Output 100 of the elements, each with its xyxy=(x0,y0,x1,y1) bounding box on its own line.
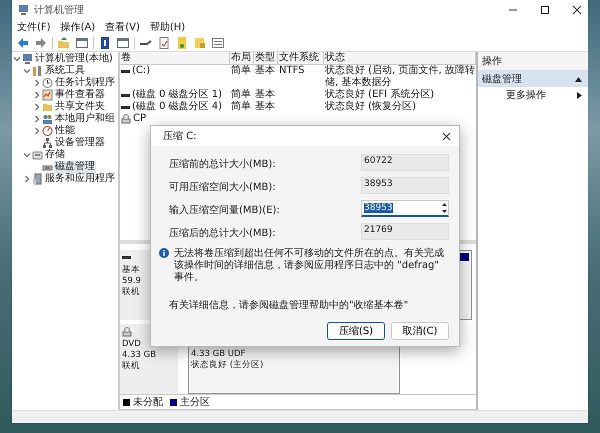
chevron-down-icon[interactable] xyxy=(13,55,21,63)
submenu-arrow-icon xyxy=(577,92,582,98)
dialog-button[interactable]: 取消(C) xyxy=(391,322,449,340)
chevron-right-icon[interactable] xyxy=(23,175,31,183)
volume-bar-icon xyxy=(122,253,131,262)
maximize-icon[interactable] xyxy=(540,5,550,15)
chevron-right-icon[interactable] xyxy=(33,127,41,135)
disk-info-text: 59.9 xyxy=(122,276,142,287)
tree-item[interactable]: 任务计划程序 xyxy=(54,77,116,89)
menu-item[interactable]: 查看(V) xyxy=(105,20,140,34)
table-cell: 基本 xyxy=(255,65,275,77)
storage-icon xyxy=(32,149,43,161)
partition-info-text: 4.33 GB UDF xyxy=(191,349,246,360)
tree-item[interactable]: 服务和应用程序 xyxy=(44,173,116,185)
table-cell: 状态良好 (恢复分区) xyxy=(325,101,416,113)
dialog-button[interactable]: 压缩(S) xyxy=(327,322,385,340)
table-cell: 简单 xyxy=(231,101,251,113)
number-spinner-field[interactable]: 38953 xyxy=(361,200,449,217)
field-label: 压缩后的总计大小(MB): xyxy=(169,226,276,240)
table-cell: 基本 xyxy=(255,101,275,113)
disk-info-text: DVD xyxy=(122,339,142,350)
actions-header: 操作 xyxy=(478,52,588,71)
collapse-up-icon xyxy=(575,76,582,82)
tree-item[interactable]: 本地用户和组 xyxy=(54,113,116,125)
disk-info-text: 4.33 GB xyxy=(122,350,158,361)
table-cell: (磁盘 0 磁盘分区 4) xyxy=(132,101,222,113)
table-cell: NTFS xyxy=(279,65,305,77)
menu-item[interactable]: 操作(A) xyxy=(60,20,96,34)
server-icon xyxy=(32,173,43,185)
close-icon[interactable] xyxy=(572,5,582,15)
tree-item[interactable]: 设备管理器 xyxy=(54,137,106,149)
folder-icon xyxy=(42,101,53,113)
forward-arrow-icon[interactable] xyxy=(34,36,48,50)
tree-item[interactable]: 共享文件夹 xyxy=(54,101,106,113)
chevron-down-icon[interactable] xyxy=(23,151,31,159)
table-cell: (C:) xyxy=(132,65,150,77)
table-cell: (磁盘 0 磁盘分区 1) xyxy=(132,89,222,101)
readonly-field: 38953 xyxy=(361,177,449,194)
toolbox-icon xyxy=(32,65,43,77)
readonly-field: 60722 xyxy=(361,154,449,171)
info-message: 无法将卷压缩到超出任何不可移动的文件所在的点。有关完成该操作时间的详细信息，请参阅应用程序日志中的 "defrag" 事件。 xyxy=(174,248,445,284)
table-cell: CP xyxy=(133,113,146,125)
disk-info-text: 联机 xyxy=(122,287,141,298)
device-tree-icon xyxy=(42,137,53,149)
actions-section-label: 磁盘管理 xyxy=(482,73,522,86)
column-header[interactable]: 类型 xyxy=(254,52,278,64)
clock-icon xyxy=(42,77,53,89)
table-cell: 简单 xyxy=(231,65,251,77)
table-cell-text: 简单 xyxy=(231,89,251,100)
column-header[interactable]: 状态 xyxy=(324,52,476,64)
table-cell-text: 状态良好 (EFI 系统分区) xyxy=(325,89,434,100)
chevron-down-icon[interactable] xyxy=(23,67,31,75)
menu-item[interactable]: 文件(F) xyxy=(17,20,51,34)
table-cell-text: 基本 xyxy=(255,89,275,100)
disk-info-text: 基本 xyxy=(122,265,141,276)
spin-up-icon[interactable] xyxy=(441,201,448,208)
legend-label: 未分配 xyxy=(133,396,163,409)
tree-item[interactable]: 计算机管理(本地) xyxy=(34,53,114,65)
tree-item[interactable]: 性能 xyxy=(54,125,76,137)
close-icon[interactable] xyxy=(442,132,451,140)
action-label: 更多操作 xyxy=(506,89,546,102)
window-icon[interactable] xyxy=(116,36,130,50)
log-viewer-icon xyxy=(42,89,53,101)
list-view-icon[interactable] xyxy=(211,36,225,50)
action-item[interactable]: 更多操作 xyxy=(478,87,588,103)
column-header[interactable]: 布局 xyxy=(230,52,254,64)
chevron-right-icon[interactable] xyxy=(33,115,41,123)
field-label: 可用压缩空间大小(MB): xyxy=(169,180,276,194)
field-label: 输入压缩空间量(MB)(E): xyxy=(169,204,280,217)
gauge-icon xyxy=(42,125,53,137)
document-check-icon[interactable] xyxy=(157,36,171,50)
table-cell-text: 状态良好 (启动, 页面文件, 故障转储, 基本数据分 xyxy=(325,65,476,88)
tree-item[interactable]: 磁盘管理 xyxy=(54,161,96,173)
computer-icon xyxy=(22,53,33,65)
actions-section[interactable]: 磁盘管理 xyxy=(478,71,588,87)
dialog-title: 压缩 C: xyxy=(163,130,197,143)
readonly-field: 21769 xyxy=(361,223,449,240)
spin-down-icon[interactable] xyxy=(441,208,448,215)
chevron-right-icon[interactable] xyxy=(33,103,41,111)
help-text: 有关详细信息，请参阅磁盘管理帮助中的"收缩基本卷" xyxy=(169,298,410,312)
tree-item[interactable]: 事件查看器 xyxy=(54,89,106,101)
users-icon xyxy=(42,113,53,125)
chevron-right-icon[interactable] xyxy=(33,79,41,87)
column-header[interactable]: 卷 xyxy=(120,52,230,64)
tree-item[interactable]: 存储 xyxy=(44,149,66,161)
chevron-right-icon[interactable] xyxy=(33,91,41,99)
optical-drive-icon xyxy=(122,327,132,337)
legend-label: 主分区 xyxy=(180,396,210,409)
window-title: 计算机管理 xyxy=(34,4,84,17)
computer-icon xyxy=(18,4,30,16)
menu-item[interactable]: 帮助(H) xyxy=(150,20,186,34)
tree-item[interactable]: 系统工具 xyxy=(44,65,86,77)
partition-info-text: 状态良好 (主分区) xyxy=(191,360,264,371)
folder-up-icon[interactable] xyxy=(57,36,71,50)
disk-info-text: 联机 xyxy=(122,361,141,372)
back-arrow-icon[interactable] xyxy=(16,36,30,50)
column-header[interactable]: 文件系统 xyxy=(278,52,324,64)
panel-icon[interactable] xyxy=(75,36,89,50)
info-icon xyxy=(159,248,169,258)
field-label: 压缩前的总计大小(MB): xyxy=(169,158,276,171)
